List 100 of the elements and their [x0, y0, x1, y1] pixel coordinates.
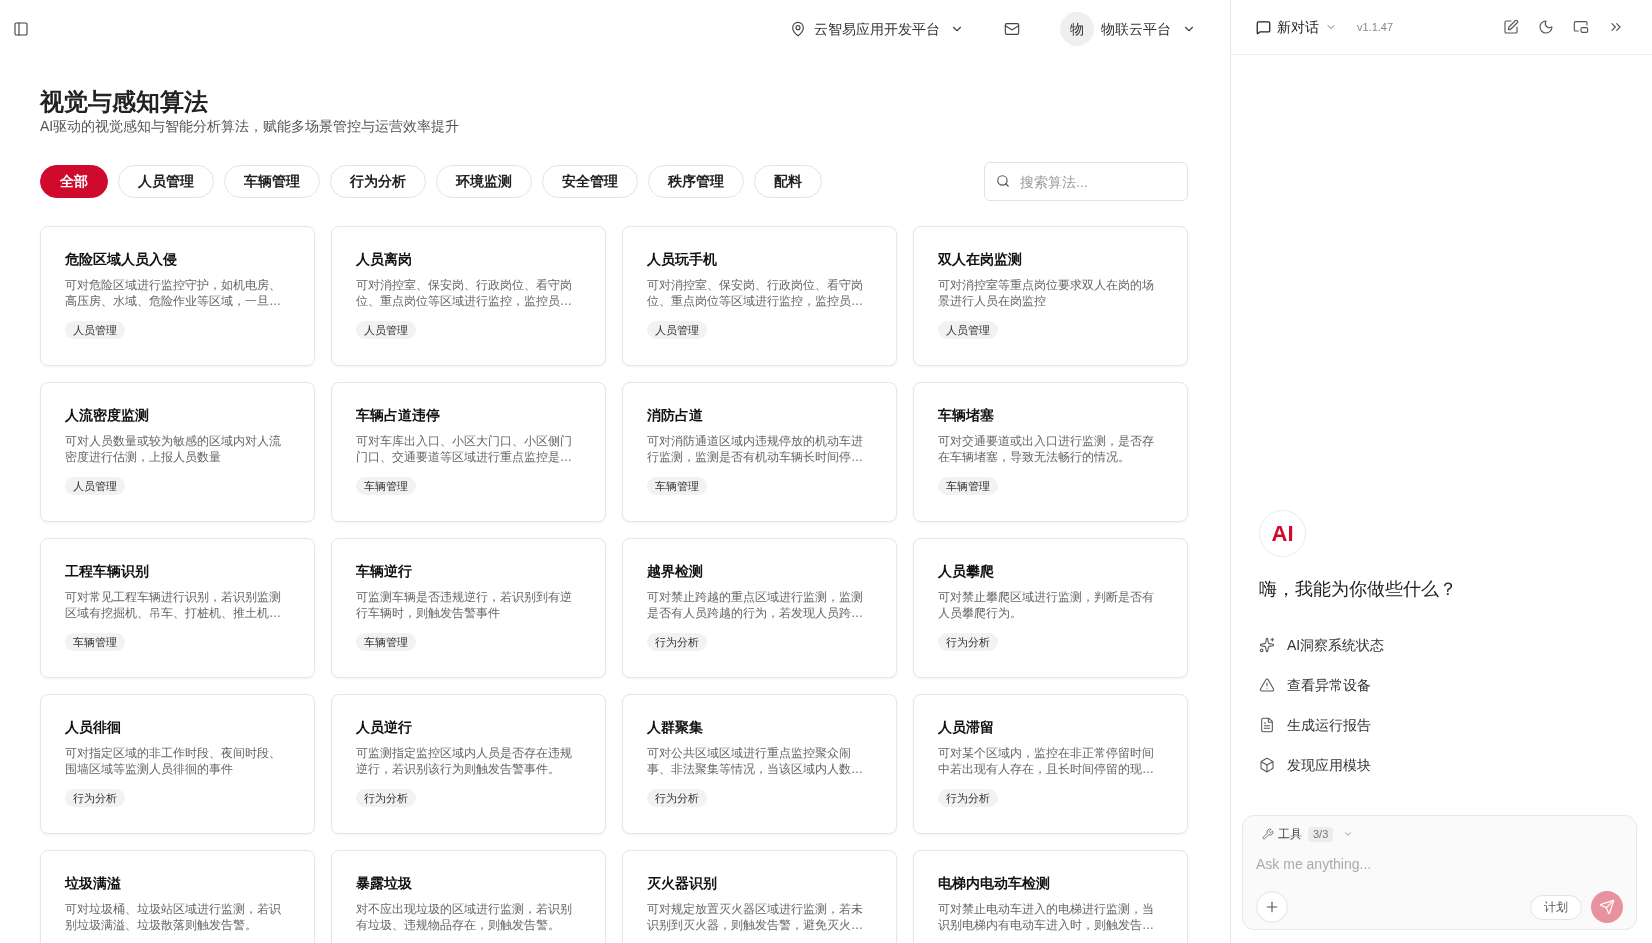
category-tab[interactable]: 环境监测 — [436, 165, 532, 198]
location-selector[interactable]: 云智易应用开发平台 — [790, 18, 964, 40]
card-title: 灭火器识别 — [647, 874, 718, 893]
chat-bubble-icon — [1256, 19, 1271, 35]
category-tag: 行为分析 — [65, 789, 125, 807]
card-title: 双人在岗监测 — [938, 250, 1023, 269]
algorithm-card[interactable]: 危险区域人员入侵 可对危险区域进行监控守护，如机电房、高压房、水域、危险作业等区域，一旦… 人员管理 — [40, 226, 315, 366]
tools-button[interactable]: 工具 3/3 — [1256, 824, 1354, 844]
search-icon — [996, 174, 1010, 188]
algorithm-card[interactable]: 越界检测 可对禁止跨越的重点区域进行监测，监测是否有人员跨越的行为，若发现人员跨… 行为分析 — [622, 538, 897, 678]
card-title: 人流密度监测 — [65, 406, 150, 425]
card-description: 可对常见工程车辆进行识别，若识别监测区域有挖掘机、吊车、打桩机、推土机… — [65, 589, 282, 621]
category-tab[interactable]: 秩序管理 — [648, 165, 744, 198]
card-title: 车辆占道违停 — [356, 406, 441, 425]
document-icon — [1259, 717, 1275, 733]
category-tab[interactable]: 安全管理 — [542, 165, 638, 198]
picture-in-picture-icon[interactable] — [1573, 19, 1589, 35]
algorithm-card[interactable]: 垃圾满溢 可对垃圾桶、垃圾站区域进行监测，若识别垃圾满溢、垃圾散落则触发告警。 — [40, 850, 315, 943]
category-tab[interactable]: 行为分析 — [330, 165, 426, 198]
algorithm-card[interactable]: 人员离岗 可对消控室、保安岗、行政岗位、看守岗位、重点岗位等区域进行监控，监控员… 人员管理 — [331, 226, 606, 366]
category-tag: 车辆管理 — [356, 633, 416, 651]
algorithm-card[interactable]: 车辆堵塞 可对交通要道或出入口进行监测，是否存在车辆堵塞，导致无法畅行的情况。 车辆管理 — [913, 382, 1188, 522]
wrench-icon — [1262, 828, 1274, 840]
card-description: 可对公共区域区域进行重点监控聚众闹事、非法聚集等情况，当该区域内人数… — [647, 745, 864, 777]
card-description: 可对禁止电动车进入的电梯进行监测，当识别电梯内有电动车进入时，则触发告… — [938, 901, 1155, 933]
card-description: 可对消防通道区域内违规停放的机动车进行监测，监测是否有机动车辆长时间停… — [647, 433, 864, 465]
cube-icon — [1259, 757, 1275, 773]
page-title: 视觉与感知算法 — [40, 88, 209, 116]
plan-button[interactable]: 计划 — [1530, 894, 1582, 920]
algorithm-card[interactable]: 车辆占道违停 可对车库出入口、小区大门口、小区侧门门口、交通要道等区域进行重点监控是… 车辆管理 — [331, 382, 606, 522]
category-tab[interactable]: 人员管理 — [118, 165, 214, 198]
category-tag: 车辆管理 — [65, 633, 125, 651]
card-description: 可对消控室等重点岗位要求双人在岗的场景进行人员在岗监控 — [938, 277, 1155, 309]
user-menu[interactable]: 物 物联云平台 — [1060, 12, 1196, 46]
card-description: 可对禁止跨越的重点区域进行监测，监测是否有人员跨越的行为，若发现人员跨… — [647, 589, 864, 621]
suggestion-item[interactable]: AI洞察系统状态 — [1259, 625, 1624, 665]
suggestion-item[interactable]: 生成运行报告 — [1259, 705, 1624, 745]
card-title: 人员徘徊 — [65, 718, 122, 737]
suggestion-item[interactable]: 发现应用模块 — [1259, 745, 1624, 785]
algorithm-card[interactable]: 人员攀爬 可对禁止攀爬区域进行监测，判断是否有人员攀爬行为。 行为分析 — [913, 538, 1188, 678]
chevron-down-icon — [1343, 829, 1354, 839]
category-tab[interactable]: 车辆管理 — [224, 165, 320, 198]
card-title: 人员攀爬 — [938, 562, 995, 581]
category-tag: 车辆管理 — [938, 477, 998, 495]
algorithm-card[interactable]: 灭火器识别 可对规定放置灭火器区域进行监测，若未识别到灭火器，则触发告警，避免灭火… — [622, 850, 897, 943]
edit-icon[interactable] — [1503, 19, 1519, 35]
message-input[interactable]: Ask me anything... — [1256, 852, 1623, 876]
map-pin-icon — [790, 21, 806, 37]
page-subtitle: AI驱动的视觉感知与智能分析算法，赋能多场景管控与运营效率提升 — [40, 117, 461, 136]
algorithm-card[interactable]: 电梯内电动车检测 可对禁止电动车进入的电梯进行监测，当识别电梯内有电动车进入时，则触发告… — [913, 850, 1188, 943]
mail-icon[interactable] — [1004, 21, 1020, 37]
card-description: 可对指定区域的非工作时段、夜间时段、围墙区域等监测人员徘徊的事件 — [65, 745, 282, 777]
card-title: 工程车辆识别 — [65, 562, 150, 581]
algorithm-card[interactable]: 人流密度监测 可对人员数量或较为敏感的区域内对人流密度进行估测，上报人员数量 人员管理 — [40, 382, 315, 522]
algorithm-card[interactable]: 人员滞留 可对某个区域内，监控在非正常停留时间中若出现有人存在，且长时间停留的现… 行为分析 — [913, 694, 1188, 834]
category-tag: 车辆管理 — [356, 477, 416, 495]
card-title: 车辆逆行 — [356, 562, 413, 581]
card-title: 垃圾满溢 — [65, 874, 122, 893]
algorithm-card[interactable]: 车辆逆行 可监测车辆是否违规逆行，若识别到有逆行车辆时，则触发告警事件 车辆管理 — [331, 538, 606, 678]
category-tag: 人员管理 — [65, 477, 125, 495]
algorithm-card[interactable]: 人员玩手机 可对消控室、保安岗、行政岗位、看守岗位、重点岗位等区域进行监控，监控员… 人员管理 — [622, 226, 897, 366]
category-tag: 行为分析 — [356, 789, 416, 807]
category-tag: 行为分析 — [647, 633, 707, 651]
algorithm-card[interactable]: 工程车辆识别 可对常见工程车辆进行识别，若识别监测区域有挖掘机、吊车、打桩机、推土机… 车辆管理 — [40, 538, 315, 678]
card-title: 人员玩手机 — [647, 250, 718, 269]
search-field[interactable]: 搜索算法... — [984, 162, 1188, 201]
card-description: 可对交通要道或出入口进行监测，是否存在车辆堵塞，导致无法畅行的情况。 — [938, 433, 1155, 465]
category-tab[interactable]: 配料 — [754, 165, 822, 198]
card-description: 可对规定放置灭火器区域进行监测，若未识别到灭火器，则触发告警，避免灭火… — [647, 901, 864, 933]
category-tag: 行为分析 — [647, 789, 707, 807]
suggestion-item[interactable]: 查看异常设备 — [1259, 665, 1624, 705]
category-tag: 人员管理 — [647, 321, 707, 339]
algorithm-card[interactable]: 暴露垃圾 对不应出现垃圾的区域进行监测，若识别有垃圾、违规物品存在，则触发告警。 — [331, 850, 606, 943]
send-icon — [1599, 899, 1615, 915]
warning-icon — [1259, 677, 1275, 693]
card-description: 可对垃圾桶、垃圾站区域进行监测，若识别垃圾满溢、垃圾散落则触发告警。 — [65, 901, 282, 933]
category-tag: 人员管理 — [938, 321, 998, 339]
card-title: 危险区域人员入侵 — [65, 250, 178, 269]
card-description: 可监测指定监控区域内人员是否存在违规逆行，若识别该行为则触发告警事件。 — [356, 745, 573, 777]
card-description: 对不应出现垃圾的区域进行监测，若识别有垃圾、违规物品存在，则触发告警。 — [356, 901, 573, 933]
card-title: 人员滞留 — [938, 718, 995, 737]
plus-icon — [1264, 899, 1280, 915]
card-title: 人员逆行 — [356, 718, 413, 737]
card-title: 电梯内电动车检测 — [938, 874, 1051, 893]
category-tag: 人员管理 — [65, 321, 125, 339]
card-description: 可对危险区域进行监控守护，如机电房、高压房、水域、危险作业等区域，一旦… — [65, 277, 282, 309]
algorithm-card[interactable]: 人群聚集 可对公共区域区域进行重点监控聚众闹事、非法聚集等情况，当该区域内人数… 行为分析 — [622, 694, 897, 834]
sidebar-toggle-icon[interactable] — [13, 21, 29, 37]
moon-icon[interactable] — [1538, 19, 1554, 35]
card-description: 可对人员数量或较为敏感的区域内对人流密度进行估测，上报人员数量 — [65, 433, 282, 465]
algorithm-card[interactable]: 人员逆行 可监测指定监控区域内人员是否存在违规逆行，若识别该行为则触发告警事件。 行为分析 — [331, 694, 606, 834]
category-tab[interactable]: 全部 — [40, 165, 108, 198]
category-tag: 人员管理 — [356, 321, 416, 339]
algorithm-card[interactable]: 双人在岗监测 可对消控室等重点岗位要求双人在岗的场景进行人员在岗监控 人员管理 — [913, 226, 1188, 366]
card-title: 消防占道 — [647, 406, 704, 425]
category-tag: 行为分析 — [938, 789, 998, 807]
algorithm-card[interactable]: 消防占道 可对消防通道区域内违规停放的机动车进行监测，监测是否有机动车辆长时间停… 车辆管理 — [622, 382, 897, 522]
algorithm-card[interactable]: 人员徘徊 可对指定区域的非工作时段、夜间时段、围墙区域等监测人员徘徊的事件 行为分析 — [40, 694, 315, 834]
conversation-selector[interactable]: 新对话 — [1256, 16, 1337, 38]
tools-count: 3/3 — [1308, 826, 1334, 842]
